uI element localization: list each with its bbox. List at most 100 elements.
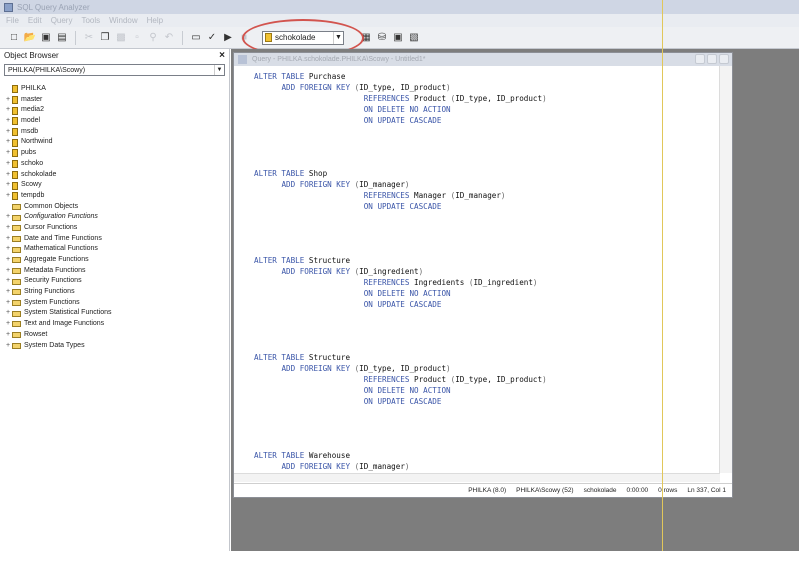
expand-icon[interactable]: +	[4, 223, 12, 234]
expand-icon[interactable]: +	[4, 255, 12, 266]
tree-item[interactable]: + Aggregate Functions	[4, 255, 229, 266]
cut-icon[interactable]: ✂	[83, 32, 95, 44]
results-mode-icon[interactable]: ▭	[190, 32, 202, 44]
clear-icon[interactable]: ▫	[131, 32, 143, 44]
expand-icon[interactable]: +	[4, 276, 12, 287]
tree-item[interactable]: + Security Functions	[4, 276, 229, 287]
undo-icon[interactable]: ↶	[163, 32, 175, 44]
expand-icon[interactable]: +	[4, 266, 12, 277]
menu-help[interactable]: Help	[147, 16, 163, 25]
tree-item[interactable]: + Date and Time Functions	[4, 234, 229, 245]
tree-item[interactable]: + Mathematical Functions	[4, 244, 229, 255]
tree-item[interactable]: + Cursor Functions	[4, 223, 229, 234]
menu-tools[interactable]: Tools	[81, 16, 100, 25]
horizontal-scrollbar[interactable]	[234, 473, 720, 482]
expand-icon[interactable]: +	[4, 287, 12, 298]
sql-clause: ON UPDATE CASCADE	[363, 202, 442, 212]
tree-item[interactable]: + Text and Image Functions	[4, 319, 229, 330]
expand-icon[interactable]: +	[4, 137, 12, 148]
menu-edit[interactable]: Edit	[28, 16, 42, 25]
tree-item[interactable]: + String Functions	[4, 287, 229, 298]
menu-file[interactable]: File	[6, 16, 19, 25]
tree-item[interactable]: + schoko	[4, 159, 229, 170]
database-icon	[12, 170, 18, 179]
table-name: Warehouse	[308, 450, 351, 460]
object-search-icon[interactable]: ⛁	[376, 32, 388, 44]
tree-item-label: Aggregate Functions	[24, 256, 89, 263]
execute-query-icon[interactable]: ▶	[222, 32, 234, 44]
tree-item[interactable]: + schokolade	[4, 170, 229, 181]
server-selector[interactable]: PHILKA(PHILKA\Scowy) ▼	[4, 64, 225, 76]
maximize-icon[interactable]	[707, 54, 717, 64]
database-icon	[265, 33, 272, 42]
code-line: ON DELETE NO ACTION	[254, 289, 720, 300]
copy-icon[interactable]: ❐	[99, 32, 111, 44]
tree-item[interactable]: + media2	[4, 105, 229, 116]
expand-icon[interactable]: +	[4, 127, 12, 138]
object-browser-icon[interactable]: ▣	[392, 32, 404, 44]
expand-icon[interactable]: +	[4, 116, 12, 127]
menu-query[interactable]: Query	[51, 16, 73, 25]
object-browser-title: Object Browser	[4, 51, 59, 60]
tree-item[interactable]: + Scowy	[4, 180, 229, 191]
status-bar: PHILKA (8.0) PHILKA\Scowy (52) schokolad…	[234, 483, 732, 497]
status-position: Ln 337, Col 1	[687, 487, 726, 494]
chevron-down-icon[interactable]: ▼	[333, 31, 343, 44]
code-line: ALTER TABLE Structure	[254, 353, 720, 364]
close-icon[interactable]	[719, 54, 729, 64]
expand-icon[interactable]: +	[4, 95, 12, 106]
code-line: ON UPDATE CASCADE	[254, 397, 720, 408]
load-script-icon[interactable]: ▤	[56, 32, 68, 44]
paste-icon[interactable]: ▩	[115, 32, 127, 44]
expand-icon[interactable]: +	[4, 298, 12, 309]
tree-item[interactable]: + System Statistical Functions	[4, 308, 229, 319]
expand-icon[interactable]: +	[4, 148, 12, 159]
database-icon	[12, 138, 18, 147]
tree-item[interactable]: + tempdb	[4, 191, 229, 202]
display-plan-icon[interactable]: ▦	[360, 32, 372, 44]
expand-icon[interactable]: +	[4, 234, 12, 245]
tree-item[interactable]: + System Data Types	[4, 341, 229, 352]
code-line: ADD FOREIGN KEY (ID_type, ID_product)	[254, 83, 720, 94]
minimize-icon[interactable]	[695, 54, 705, 64]
expand-icon[interactable]: +	[4, 180, 12, 191]
tree-item[interactable]: Common Objects	[4, 202, 229, 213]
sql-clause: ON DELETE NO ACTION	[363, 386, 451, 396]
tree-item[interactable]: + master	[4, 95, 229, 106]
tree-item[interactable]: + Metadata Functions	[4, 266, 229, 277]
expand-icon[interactable]: +	[4, 319, 12, 330]
menu-window[interactable]: Window	[109, 16, 137, 25]
expand-icon[interactable]: +	[4, 191, 12, 202]
parse-query-icon[interactable]: ✓	[206, 32, 218, 44]
toolbar-separator	[75, 30, 76, 45]
database-selector[interactable]: schokolade ▼	[262, 30, 344, 45]
tree-item[interactable]: + pubs	[4, 148, 229, 159]
expand-icon[interactable]: +	[4, 105, 12, 116]
cancel-query-icon[interactable]: ■	[238, 32, 250, 44]
tree-item[interactable]: + Northwind	[4, 137, 229, 148]
new-query-icon[interactable]: □	[8, 32, 20, 44]
fk-columns: ID_type, ID_product	[359, 364, 447, 374]
expand-icon[interactable]: +	[4, 330, 12, 341]
tree-item[interactable]: + Configuration Functions	[4, 212, 229, 223]
tree-item[interactable]: + model	[4, 116, 229, 127]
expand-icon[interactable]: +	[4, 341, 12, 352]
chevron-down-icon[interactable]: ▼	[214, 65, 224, 75]
expand-icon[interactable]: +	[4, 244, 12, 255]
find-icon[interactable]: ⚲	[147, 32, 159, 44]
tree-item[interactable]: PHILKA	[4, 84, 229, 95]
expand-icon[interactable]: +	[4, 159, 12, 170]
expand-icon[interactable]: +	[4, 212, 12, 223]
properties-icon[interactable]: ▧	[408, 32, 420, 44]
expand-icon[interactable]: +	[4, 308, 12, 319]
tree-item[interactable]: + Rowset	[4, 330, 229, 341]
save-icon[interactable]: ▣	[40, 32, 52, 44]
vertical-scrollbar[interactable]	[719, 66, 732, 473]
annotation-line	[662, 0, 663, 574]
tree-item[interactable]: + msdb	[4, 127, 229, 138]
expand-icon[interactable]: +	[4, 170, 12, 181]
open-file-icon[interactable]: 📂	[24, 32, 36, 44]
close-icon[interactable]: ×	[219, 50, 225, 61]
tree-item[interactable]: + System Functions	[4, 298, 229, 309]
sql-editor[interactable]: ALTER TABLE Purchase ADD FOREIGN KEY (ID…	[234, 66, 720, 493]
